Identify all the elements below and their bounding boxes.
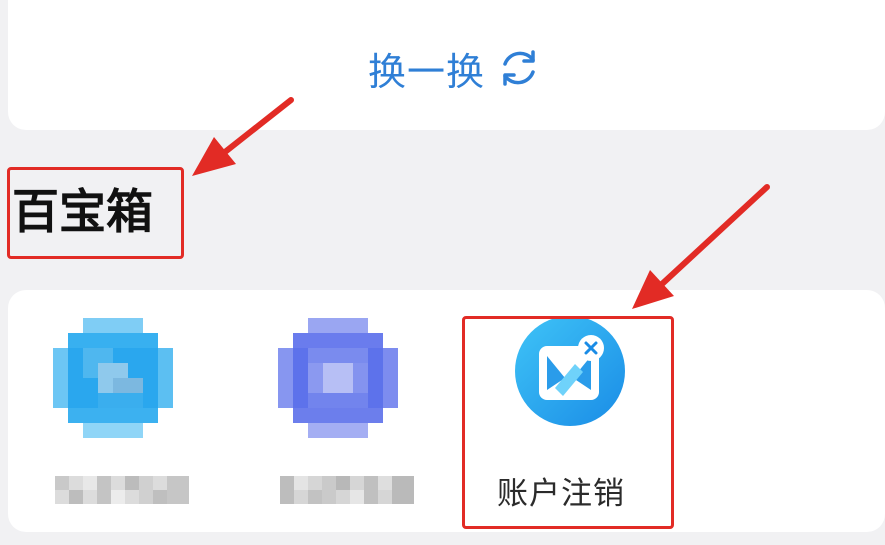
blurred-app-icon <box>278 318 398 438</box>
blurred-app-icon <box>53 318 173 438</box>
top-card: 换一换 <box>8 0 885 130</box>
tool-item-1[interactable] <box>8 290 189 532</box>
tool-item-2[interactable] <box>233 290 414 532</box>
toolbox-card: 账户注销 <box>8 290 885 532</box>
title-highlight-box <box>7 167 184 259</box>
blurred-label <box>55 476 189 504</box>
refresh-icon <box>503 50 535 86</box>
refresh-button[interactable]: 换一换 <box>368 38 541 98</box>
blurred-label <box>280 476 414 504</box>
refresh-label: 换一换 <box>368 49 486 94</box>
tool-highlight-box <box>462 316 674 529</box>
